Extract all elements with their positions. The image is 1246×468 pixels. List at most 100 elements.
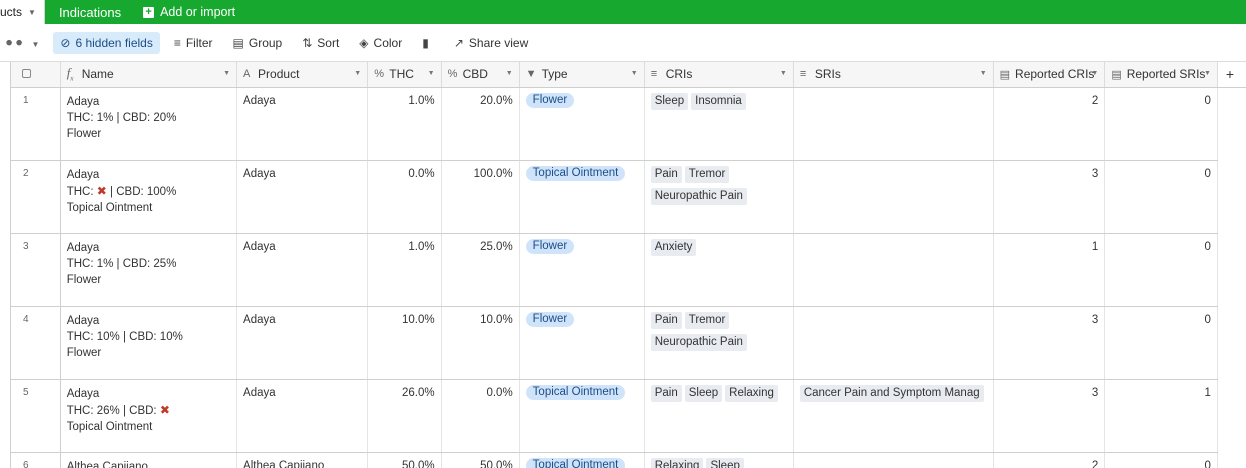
table-row[interactable]: 6 Althea Capiiano Althea Capiiano 50.0% …: [11, 452, 1246, 468]
cri-tag[interactable]: Sleep: [650, 92, 689, 110]
cri-tag[interactable]: Tremor: [684, 311, 730, 329]
chevron-down-icon[interactable]: ▼: [780, 70, 787, 77]
cell-reported-cris[interactable]: 3: [993, 160, 1106, 234]
cell-type[interactable]: Topical Ointment: [519, 379, 645, 453]
column-header-type[interactable]: ▼ Type ▼: [519, 62, 645, 88]
chevron-down-icon[interactable]: ▼: [506, 70, 513, 77]
cell-sris[interactable]: [793, 160, 994, 234]
add-or-import-button[interactable]: + Add or import: [135, 5, 235, 19]
cell-cbd[interactable]: 50.0%: [441, 452, 520, 468]
cell-name[interactable]: Adaya THC: 1% | CBD: 25% Flower: [60, 233, 238, 307]
cell-cbd[interactable]: 100.0%: [441, 160, 520, 234]
collaborators-menu[interactable]: ⚫⚫ ▼: [4, 36, 39, 50]
cell-type[interactable]: Topical Ointment: [519, 452, 645, 468]
cell-product[interactable]: Adaya: [236, 306, 369, 380]
filter-button[interactable]: ≡ Filter: [174, 32, 213, 54]
cell-cris[interactable]: Pain Sleep Relaxing: [644, 379, 794, 453]
column-header-sris[interactable]: ≡ SRIs ▼: [793, 62, 994, 88]
cell-sris[interactable]: [793, 233, 994, 307]
cri-tag[interactable]: Tremor: [684, 165, 730, 183]
cell-type[interactable]: Topical Ointment: [519, 160, 645, 234]
tab-indications[interactable]: Indications: [45, 0, 135, 24]
chevron-down-icon[interactable]: ▼: [28, 8, 36, 17]
cell-type[interactable]: Flower: [519, 306, 645, 380]
color-button[interactable]: ◈ Color: [359, 32, 402, 54]
cell-thc[interactable]: 10.0%: [367, 306, 442, 380]
cell-type[interactable]: Flower: [519, 233, 645, 307]
cell-product[interactable]: Adaya: [236, 379, 369, 453]
cri-tag[interactable]: Neuropathic Pain: [650, 187, 747, 205]
chevron-down-icon[interactable]: ▼: [354, 70, 361, 77]
chevron-down-icon[interactable]: ▼: [223, 70, 230, 77]
column-header-product[interactable]: A Product ▼: [236, 62, 369, 88]
share-view-button[interactable]: ↗ Share view: [454, 32, 528, 54]
table-row[interactable]: 1 Adaya THC: 1% | CBD: 20% Flower Adaya …: [11, 87, 1246, 161]
table-row[interactable]: 2 Adaya THC: ✖ | CBD: 100% Topical Ointm…: [11, 160, 1246, 234]
cell-reported-sris[interactable]: 0: [1104, 452, 1218, 468]
cell-reported-cris[interactable]: 2: [993, 452, 1106, 468]
cri-tag[interactable]: Relaxing: [650, 457, 704, 468]
cell-type[interactable]: Flower: [519, 87, 645, 161]
column-header-name[interactable]: fx Name ▼: [60, 62, 238, 88]
table-row[interactable]: 5 Adaya THC: 26% | CBD: ✖ Topical Ointme…: [11, 379, 1246, 453]
cell-reported-sris[interactable]: 0: [1104, 306, 1218, 380]
chevron-down-icon[interactable]: ▼: [1204, 70, 1211, 77]
table-row[interactable]: 3 Adaya THC: 1% | CBD: 25% Flower Adaya …: [11, 233, 1246, 307]
row-height-button[interactable]: ▮: [422, 32, 434, 54]
select-all-header[interactable]: [11, 62, 61, 88]
cell-thc[interactable]: 0.0%: [367, 160, 442, 234]
cri-tag[interactable]: Relaxing: [725, 384, 778, 402]
cri-tag[interactable]: Pain: [650, 384, 682, 402]
cell-thc[interactable]: 50.0%: [367, 452, 442, 468]
cell-cbd[interactable]: 10.0%: [441, 306, 520, 380]
cell-product[interactable]: Adaya: [236, 87, 369, 161]
column-header-reported-sris[interactable]: ▤ Reported SRIs ▼: [1104, 62, 1218, 88]
cell-product[interactable]: Adaya: [236, 160, 369, 234]
cell-product[interactable]: Althea Capiiano: [236, 452, 369, 468]
chevron-down-icon[interactable]: ▼: [1091, 70, 1098, 77]
cell-reported-cris[interactable]: 3: [993, 379, 1106, 453]
cell-reported-cris[interactable]: 3: [993, 306, 1106, 380]
cell-name[interactable]: Adaya THC: 10% | CBD: 10% Flower: [60, 306, 238, 380]
column-header-cris[interactable]: ≡ CRIs ▼: [644, 62, 794, 88]
cri-tag[interactable]: Pain: [650, 311, 682, 329]
add-field-button[interactable]: +: [1217, 62, 1246, 88]
cri-tag[interactable]: Insomnia: [691, 92, 746, 110]
cell-reported-cris[interactable]: 1: [993, 233, 1106, 307]
cell-thc[interactable]: 1.0%: [367, 87, 442, 161]
cell-cris[interactable]: Pain Tremor Neuropathic Pain: [644, 160, 794, 234]
cri-tag[interactable]: Sleep: [706, 457, 744, 468]
cell-sris[interactable]: Cancer Pain and Symptom Manag: [793, 379, 994, 453]
column-header-cbd[interactable]: % CBD ▼: [441, 62, 520, 88]
hidden-fields-button[interactable]: ⊘ 6 hidden fields: [53, 31, 160, 54]
table-row[interactable]: 4 Adaya THC: 10% | CBD: 10% Flower Adaya…: [11, 306, 1246, 380]
column-header-reported-cris[interactable]: ▤ Reported CRIs ▼: [993, 62, 1106, 88]
cell-name[interactable]: Althea Capiiano: [60, 452, 238, 468]
select-all-checkbox[interactable]: [22, 69, 31, 79]
sri-tag[interactable]: Cancer Pain and Symptom Manag: [799, 384, 984, 402]
cell-thc[interactable]: 1.0%: [367, 233, 442, 307]
group-button[interactable]: ▤ Group: [233, 32, 283, 54]
cell-name[interactable]: Adaya THC: 1% | CBD: 20% Flower: [60, 87, 238, 161]
chevron-down-icon[interactable]: ▼: [631, 70, 638, 77]
cri-tag[interactable]: Anxiety: [650, 238, 697, 256]
cell-cris[interactable]: Pain Tremor Neuropathic Pain: [644, 306, 794, 380]
cell-cbd[interactable]: 0.0%: [441, 379, 520, 453]
cell-name[interactable]: Adaya THC: 26% | CBD: ✖ Topical Ointment: [60, 379, 238, 453]
cri-tag[interactable]: Pain: [650, 165, 682, 183]
cell-cbd[interactable]: 25.0%: [441, 233, 520, 307]
column-header-thc[interactable]: % THC ▼: [367, 62, 442, 88]
cell-reported-sris[interactable]: 0: [1104, 87, 1218, 161]
cell-reported-cris[interactable]: 2: [993, 87, 1106, 161]
cri-tag[interactable]: Sleep: [684, 384, 723, 402]
chevron-down-icon[interactable]: ▼: [980, 70, 987, 77]
cell-thc[interactable]: 26.0%: [367, 379, 442, 453]
cell-name[interactable]: Adaya THC: ✖ | CBD: 100% Topical Ointmen…: [60, 160, 238, 234]
cell-reported-sris[interactable]: 0: [1104, 160, 1218, 234]
cell-sris[interactable]: [793, 306, 994, 380]
cell-cris[interactable]: Anxiety: [644, 233, 794, 307]
cell-sris[interactable]: [793, 87, 994, 161]
cell-cris[interactable]: Relaxing Sleep: [644, 452, 794, 468]
cell-reported-sris[interactable]: 1: [1104, 379, 1218, 453]
sort-button[interactable]: ⇅ Sort: [302, 32, 339, 54]
